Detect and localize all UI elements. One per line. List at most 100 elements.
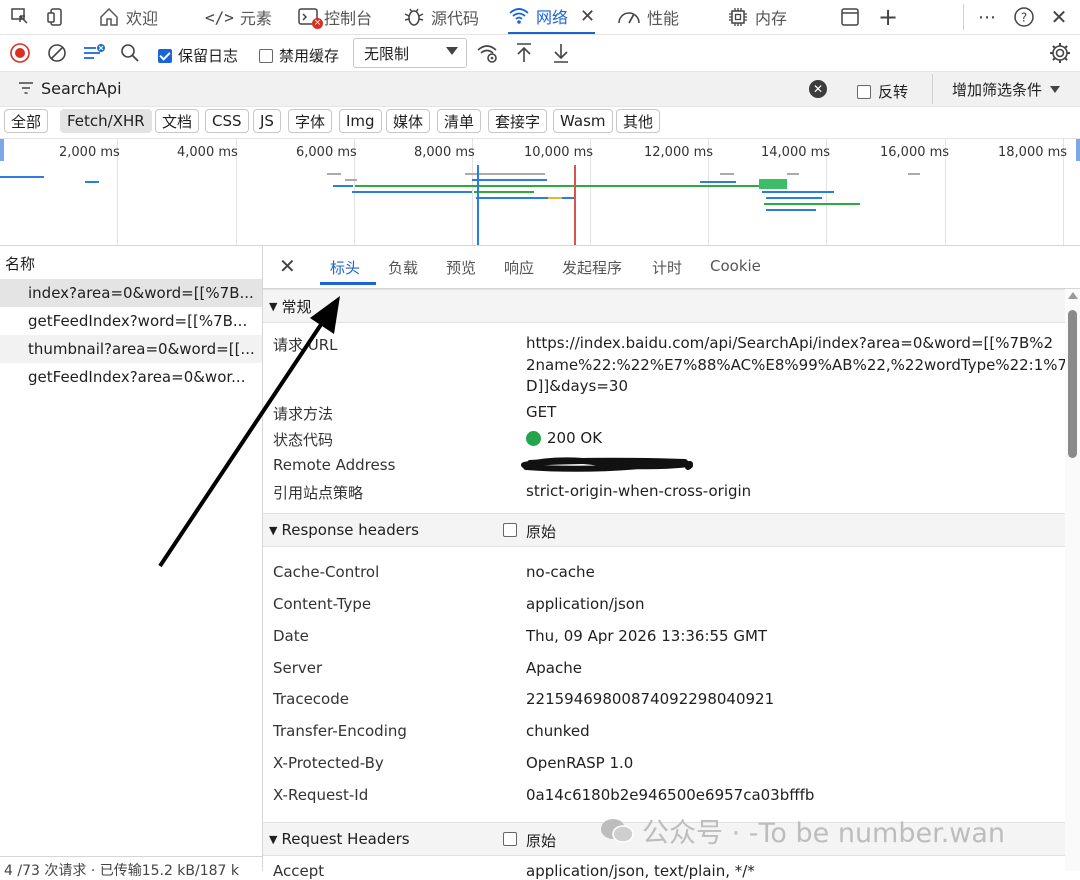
request-bar bbox=[766, 209, 816, 211]
caret-down-icon bbox=[1050, 86, 1061, 93]
chip-label: Img bbox=[346, 112, 375, 130]
add-tab-icon[interactable]: + bbox=[876, 3, 900, 31]
request-bar bbox=[562, 185, 762, 187]
record-icon bbox=[10, 43, 30, 63]
code-icon: </> bbox=[205, 7, 234, 27]
tab-cookies[interactable]: Cookie bbox=[710, 257, 761, 275]
filter-input[interactable]: SearchApi bbox=[41, 78, 831, 100]
invert-toggle[interactable]: 反转 bbox=[857, 81, 908, 102]
tab-preview[interactable]: 预览 bbox=[446, 257, 476, 278]
watermark: 公众号 · -To be number.wan bbox=[600, 811, 1005, 850]
network-conditions-button[interactable] bbox=[476, 41, 500, 65]
device-emulation-icon[interactable] bbox=[44, 5, 68, 29]
type-filter-font[interactable]: 字体 bbox=[288, 109, 333, 133]
preserve-log-checkbox[interactable] bbox=[158, 48, 172, 63]
status-code-value: 200 OK bbox=[547, 429, 603, 447]
search-button[interactable] bbox=[118, 41, 142, 65]
close-detail-icon[interactable]: ✕ bbox=[279, 254, 296, 278]
filter-toggle-button[interactable] bbox=[82, 41, 106, 65]
network-overview[interactable]: 2,000 ms 4,000 ms 6,000 ms 8,000 ms 10,0… bbox=[0, 138, 1080, 246]
network-settings-button[interactable] bbox=[1047, 40, 1073, 66]
watermark-text: 公众号 · -To be number.wan bbox=[642, 818, 1006, 849]
tick-label: 14,000 ms bbox=[761, 145, 831, 160]
scroll-up-icon[interactable] bbox=[1068, 292, 1078, 299]
general-section-header[interactable]: ▼ 常规 bbox=[263, 289, 1065, 323]
type-filter-socket[interactable]: 套接字 bbox=[488, 109, 548, 133]
type-filter-img[interactable]: Img bbox=[339, 109, 382, 133]
throttle-select[interactable]: 无限制 bbox=[353, 38, 467, 68]
tab-elements-label: 元素 bbox=[239, 9, 272, 28]
status-summary: 4 /73 次请求 · 已传输15.2 kB/187 k bbox=[4, 863, 240, 879]
raw-label: 原始 bbox=[526, 523, 557, 541]
chip-label: JS bbox=[260, 112, 274, 130]
tab-headers[interactable]: 标头 bbox=[330, 257, 360, 278]
import-har-button[interactable] bbox=[512, 41, 536, 65]
type-filter-wasm[interactable]: Wasm bbox=[553, 109, 613, 133]
wifi-settings-icon bbox=[477, 45, 497, 63]
raw-checkbox[interactable] bbox=[503, 832, 517, 846]
type-filter-doc[interactable]: 文档 bbox=[155, 109, 200, 133]
scrollbar-thumb[interactable] bbox=[1068, 310, 1077, 458]
request-bar bbox=[548, 197, 562, 199]
header-value: 22159469800874092298040921 bbox=[526, 690, 775, 708]
dom-content-loaded-marker bbox=[477, 165, 479, 245]
preserve-log-label: 保留日志 bbox=[178, 47, 239, 65]
range-handle-left[interactable] bbox=[0, 139, 4, 161]
tab-elements[interactable]: </> 元素 bbox=[205, 0, 272, 34]
record-button[interactable] bbox=[8, 41, 32, 65]
type-filter-media[interactable]: 媒体 bbox=[386, 109, 431, 133]
response-headers-section-header[interactable]: ▼ Response headers 原始 bbox=[263, 513, 1065, 547]
tab-initiator[interactable]: 发起程序 bbox=[562, 257, 622, 278]
close-tab-icon[interactable]: ✕ bbox=[580, 6, 595, 27]
type-filter-fetch-xhr[interactable]: Fetch/XHR bbox=[60, 109, 152, 133]
panel-icon[interactable] bbox=[838, 5, 862, 29]
chip-label: CSS bbox=[212, 112, 242, 130]
tab-payload[interactable]: 负载 bbox=[388, 257, 418, 278]
tab-welcome-label: 欢迎 bbox=[126, 9, 159, 28]
name-column-header[interactable]: 名称 bbox=[5, 253, 35, 274]
more-filters-dropdown[interactable]: 增加筛选条件 bbox=[952, 79, 1061, 100]
raw-checkbox[interactable] bbox=[503, 523, 517, 537]
clear-icon bbox=[48, 44, 66, 62]
range-handle-right[interactable] bbox=[1076, 139, 1080, 161]
divider bbox=[0, 856, 262, 857]
header-name: Transfer-Encoding bbox=[273, 722, 407, 740]
tab-performance[interactable]: 性能 bbox=[617, 0, 679, 34]
tab-timing[interactable]: 计时 bbox=[652, 257, 682, 278]
header-name: X-Request-Id bbox=[273, 786, 369, 804]
help-icon[interactable]: ? bbox=[1012, 5, 1036, 29]
preserve-log-toggle[interactable]: 保留日志 bbox=[158, 45, 238, 66]
chip-label: 套接字 bbox=[495, 112, 541, 131]
type-filter-js[interactable]: JS bbox=[253, 109, 281, 133]
clear-button[interactable] bbox=[45, 41, 69, 65]
type-filter-manifest[interactable]: 清单 bbox=[437, 109, 482, 133]
tab-sources[interactable]: 源代码 bbox=[403, 0, 479, 34]
clear-filter-icon[interactable]: ✕ bbox=[809, 80, 827, 98]
tab-network[interactable]: 网络 ✕ bbox=[508, 0, 596, 34]
request-bar bbox=[700, 181, 736, 183]
inspect-element-icon[interactable] bbox=[8, 5, 32, 29]
tab-welcome[interactable]: 欢迎 bbox=[98, 0, 158, 34]
invert-checkbox[interactable] bbox=[857, 84, 871, 99]
chip-label: Wasm bbox=[560, 112, 606, 130]
export-har-button[interactable] bbox=[549, 41, 573, 65]
tick-label: 4,000 ms bbox=[177, 145, 238, 160]
tab-response[interactable]: 响应 bbox=[504, 257, 534, 278]
disable-cache-toggle[interactable]: 禁用缓存 bbox=[259, 45, 339, 66]
request-url-line: D]]&days=30 bbox=[526, 377, 629, 395]
tab-console[interactable]: × 控制台 bbox=[298, 0, 372, 34]
type-filter-other[interactable]: 其他 bbox=[616, 109, 661, 133]
disable-cache-checkbox[interactable] bbox=[259, 48, 273, 63]
close-devtools-icon[interactable]: ✕ bbox=[1047, 5, 1071, 29]
request-method-value: GET bbox=[526, 403, 557, 421]
filter-lines-icon bbox=[84, 44, 105, 59]
tab-memory[interactable]: 内存 bbox=[727, 0, 787, 34]
chip-label: Fetch/XHR bbox=[67, 112, 145, 130]
filter-icon bbox=[18, 81, 34, 99]
type-filter-css[interactable]: CSS bbox=[205, 109, 249, 133]
request-url-line: https://index.baidu.com/api/SearchApi/in… bbox=[526, 334, 1054, 352]
type-filter-all[interactable]: 全部 bbox=[4, 109, 49, 133]
request-bar bbox=[0, 176, 44, 178]
more-options-icon[interactable]: ⋯ bbox=[975, 5, 999, 29]
section-title: Request Headers bbox=[281, 830, 410, 848]
